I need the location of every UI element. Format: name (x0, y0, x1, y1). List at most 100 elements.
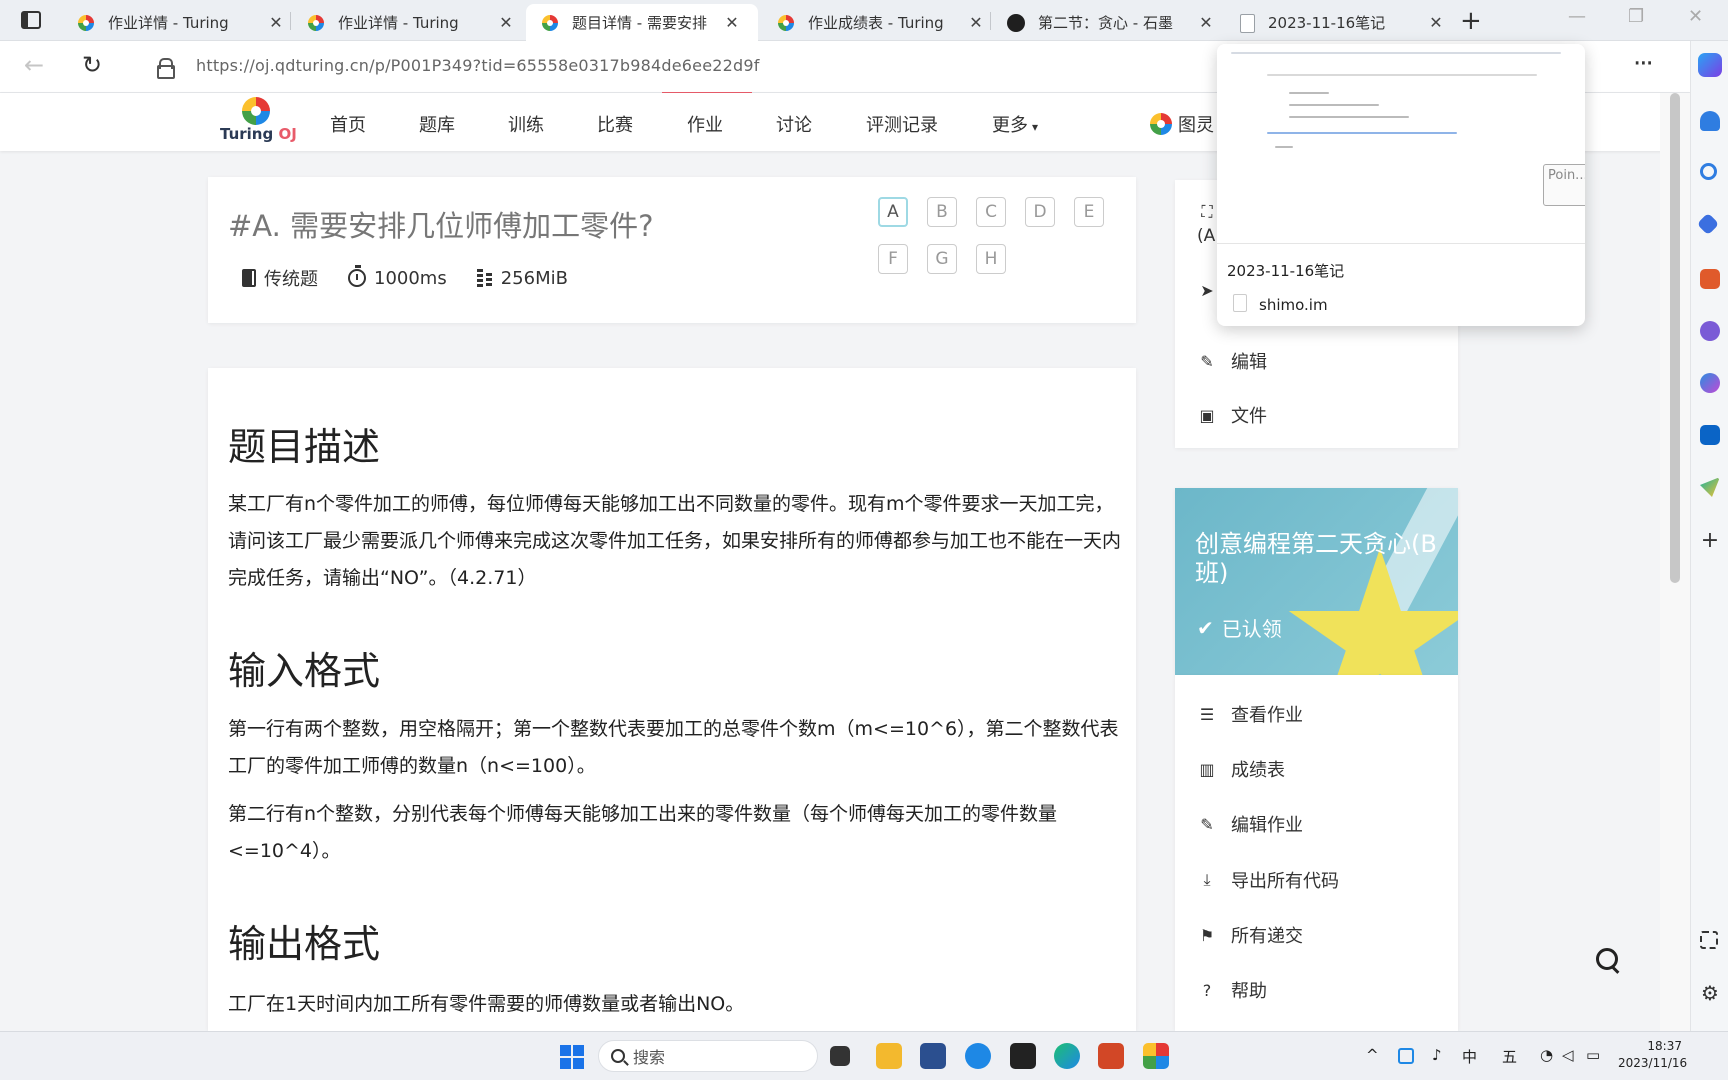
nav-contests[interactable]: 比赛 (597, 111, 633, 137)
close-icon[interactable]: ✕ (1426, 13, 1446, 32)
browser-tab-2[interactable]: 作业详情 - Turing ✕ (292, 4, 516, 41)
browser-tab-strip: 作业详情 - Turing ✕ 作业详情 - Turing ✕ 题目详情 - 需… (0, 0, 1728, 41)
tray-app-icon[interactable] (1398, 1048, 1414, 1064)
windows-taskbar: 搜索 ^ ♪ 中 五 ◔ ◁ ▭ 18:37 2023/11/16 (0, 1031, 1728, 1080)
close-icon[interactable]: ✕ (966, 13, 986, 32)
reload-icon[interactable]: ↻ (82, 51, 102, 79)
browser-tab-active[interactable]: 题目详情 - 需要安排 ✕ (526, 4, 758, 41)
dev-cpp-icon[interactable] (920, 1043, 946, 1069)
url-input[interactable]: https://oj.qdturing.cn/p/P001P349?tid=65… (196, 56, 760, 75)
user-menu[interactable]: 图灵 (1150, 111, 1214, 137)
all-submissions-link[interactable]: ⚑ 所有递交 (1197, 922, 1303, 948)
nav-problems[interactable]: 题库 (419, 111, 455, 137)
send-icon[interactable] (1700, 477, 1720, 497)
app-icon[interactable] (1010, 1043, 1036, 1069)
back-arrow-icon[interactable]: ← (24, 51, 44, 79)
edge-sidebar: + ⚙ (1690, 41, 1728, 1031)
tag-icon[interactable] (1696, 212, 1720, 236)
edge-browser-icon[interactable] (1054, 1043, 1080, 1069)
problem-letter-a[interactable]: A (878, 197, 908, 227)
view-homework-label: 查看作业 (1231, 705, 1303, 726)
side-partial-label: (A (1197, 226, 1216, 246)
ime-language[interactable]: 中 (1462, 1046, 1477, 1067)
submit-button[interactable]: ➤ (1197, 280, 1217, 300)
nav-discuss[interactable]: 讨论 (776, 111, 812, 137)
scoreboard-link[interactable]: ▥ 成绩表 (1197, 756, 1285, 782)
problem-letter-d[interactable]: D (1025, 197, 1055, 227)
nav-homework[interactable]: 作业 (687, 111, 723, 137)
nav-more[interactable]: 更多 ▾ (992, 111, 1038, 137)
scrollbar-thumb[interactable] (1670, 93, 1680, 583)
close-icon[interactable]: ✕ (266, 13, 286, 32)
nav-records[interactable]: 评测记录 (866, 111, 938, 137)
ime-mode[interactable]: 五 (1502, 1046, 1517, 1067)
copilot-icon[interactable] (1698, 53, 1722, 77)
edit-homework-link[interactable]: ✎ 编辑作业 (1197, 811, 1303, 837)
tab-preview-popup[interactable]: Poin... 2023-11-16笔记 shimo.im (1217, 44, 1585, 326)
search-icon[interactable] (1700, 163, 1717, 180)
problem-letter-g[interactable]: G (927, 244, 957, 274)
inbox-icon: ☰ (1199, 704, 1215, 724)
export-code-link[interactable]: ⤓ 导出所有代码 (1197, 867, 1339, 893)
close-icon[interactable]: ✕ (1196, 13, 1216, 32)
tab-preview-host: shimo.im (1259, 296, 1328, 314)
games-icon[interactable] (1700, 321, 1720, 341)
tab-actions-icon[interactable] (18, 9, 44, 31)
view-homework-link[interactable]: ☰ 查看作业 (1197, 701, 1303, 727)
page-scrollbar[interactable] (1660, 93, 1690, 1031)
problem-letter-h[interactable]: H (976, 244, 1006, 274)
ie-icon[interactable] (965, 1043, 991, 1069)
turing-logo[interactable]: Turing OJ (218, 97, 298, 147)
gear-icon[interactable]: ⚙ (1700, 983, 1720, 1003)
outlook-icon[interactable] (1700, 425, 1720, 445)
problem-letter-c[interactable]: C (976, 197, 1006, 227)
taskbar-search-input[interactable]: 搜索 (598, 1040, 818, 1072)
browser-tab-4[interactable]: 作业成绩表 - Turing ✕ (762, 4, 986, 41)
maximize-icon[interactable]: ❐ (1628, 6, 1644, 27)
bell-icon[interactable] (1700, 111, 1720, 131)
new-tab-button[interactable]: + (1460, 6, 1482, 36)
microphone-icon[interactable]: ♪ (1432, 1046, 1442, 1064)
toolbox-icon[interactable] (1700, 269, 1720, 289)
add-icon[interactable]: + (1700, 530, 1720, 552)
turing-favicon-icon (776, 13, 796, 33)
office-icon[interactable] (1700, 373, 1720, 393)
nav-training[interactable]: 训练 (508, 111, 544, 137)
file-explorer-icon[interactable] (876, 1043, 902, 1069)
edit-button[interactable]: ✎ 编辑 (1197, 348, 1267, 374)
problem-letter-f[interactable]: F (878, 244, 908, 274)
more-options-icon[interactable]: ··· (1633, 49, 1654, 79)
logo-text: Turing (220, 125, 274, 143)
find-search-icon[interactable] (1594, 946, 1622, 974)
homework-banner[interactable]: 创意编程第二天贪心(B班) ✔ 已认领 (1175, 488, 1458, 675)
windows-start-icon[interactable] (560, 1045, 584, 1069)
screenshot-icon[interactable] (1700, 931, 1718, 949)
time-limit: 1000ms (374, 267, 447, 289)
system-clock[interactable]: 18:37 2023/11/16 (1618, 1038, 1687, 1072)
fullscreen-button[interactable]: ⛶ (1197, 202, 1217, 222)
help-link[interactable]: ? 帮助 (1197, 977, 1267, 1003)
battery-icon[interactable]: ▭ (1586, 1046, 1600, 1064)
close-icon[interactable]: ✕ (722, 13, 742, 32)
nav-home[interactable]: 首页 (330, 111, 366, 137)
paint-icon[interactable] (1143, 1043, 1169, 1069)
scoreboard-label: 成绩表 (1231, 760, 1285, 781)
minimize-icon[interactable]: — (1568, 6, 1586, 27)
volume-icon[interactable]: ◁ (1562, 1046, 1574, 1064)
files-button[interactable]: ▣ 文件 (1197, 402, 1267, 428)
powerpoint-icon[interactable] (1098, 1043, 1124, 1069)
check-icon: ✔ (1197, 615, 1214, 640)
chevron-up-icon[interactable]: ^ (1366, 1046, 1379, 1064)
close-icon[interactable]: ✕ (496, 13, 516, 32)
wifi-icon[interactable]: ◔ (1540, 1046, 1553, 1064)
browser-tab-1[interactable]: 作业详情 - Turing ✕ (62, 4, 286, 41)
lock-icon[interactable] (157, 58, 175, 79)
tab-title: 第二节：贪心 - 石墨 (1038, 14, 1173, 32)
browser-tab-5[interactable]: 第二节：贪心 - 石墨 ✕ (992, 4, 1216, 41)
close-window-icon[interactable]: ✕ (1688, 6, 1703, 27)
problem-letter-e[interactable]: E (1074, 197, 1104, 227)
problem-letter-b[interactable]: B (927, 197, 957, 227)
flag-icon: ⚑ (1199, 925, 1215, 945)
browser-tab-6[interactable]: 2023-11-16笔记 ✕ (1222, 4, 1446, 41)
task-view-icon[interactable] (830, 1046, 850, 1066)
